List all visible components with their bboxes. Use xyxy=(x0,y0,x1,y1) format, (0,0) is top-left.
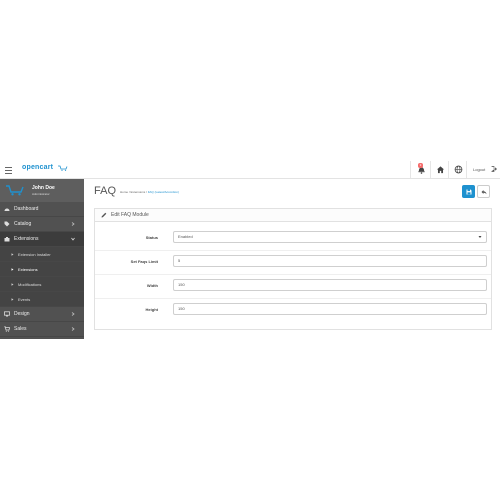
sidebar-item-dashboard[interactable]: Dashboard xyxy=(0,202,84,217)
breadcrumb-extensions[interactable]: Extensions xyxy=(131,190,146,194)
breadcrumb-current[interactable]: FAQ (Latest/Accordion) xyxy=(148,190,179,194)
save-button[interactable] xyxy=(462,185,475,198)
status-select[interactable]: Enabled xyxy=(173,231,487,243)
panel-title: Edit FAQ Module xyxy=(111,212,149,218)
menu-icon[interactable] xyxy=(5,165,12,174)
page-title: FAQ xyxy=(94,185,117,197)
shopping-cart-icon xyxy=(4,326,10,332)
brand-logo[interactable]: opencart xyxy=(22,164,53,171)
form-row-status: Status Enabled xyxy=(95,226,491,251)
user-role: Administrator xyxy=(32,192,50,196)
sidebar-item-modifications[interactable]: Modifications xyxy=(0,277,84,292)
cart-icon xyxy=(58,165,68,171)
sidebar-item-label: Dashboard xyxy=(14,206,39,212)
user-name: John Doe xyxy=(32,185,55,191)
chevron-down-icon xyxy=(71,237,75,241)
height-input[interactable]: 150 xyxy=(173,303,487,315)
status-value: Enabled xyxy=(178,234,193,239)
bullet-icon xyxy=(11,283,14,286)
sidebar-item-label: Extensions xyxy=(14,236,39,242)
chevron-right-icon xyxy=(71,327,75,331)
save-icon xyxy=(466,189,471,194)
faqs-limit-label: Set Faqs Limit xyxy=(130,259,158,264)
caret-down-icon xyxy=(478,236,482,238)
top-header: opencart 3 Logout xyxy=(0,161,500,179)
width-input[interactable]: 150 xyxy=(173,279,487,291)
sidebar-item-label: Extension Installer xyxy=(18,252,51,257)
desktop-icon xyxy=(4,311,10,317)
sidebar-item-extension-installer[interactable]: Extension Installer xyxy=(0,247,84,262)
panel-heading: Edit FAQ Module xyxy=(95,209,491,222)
sidebar-item-label: Catalog xyxy=(14,221,32,227)
sidebar-item-label: Events xyxy=(18,297,31,302)
reply-icon xyxy=(481,190,487,195)
sidebar: John Doe Administrator Dashboard Catalog… xyxy=(0,179,84,339)
puzzle-icon xyxy=(4,237,10,242)
breadcrumb-home[interactable]: Home xyxy=(120,190,128,194)
sidebar-item-label: Modifications xyxy=(18,282,42,287)
bullet-icon xyxy=(11,253,14,256)
sidebar-item-events[interactable]: Events xyxy=(0,292,84,307)
sidebar-item-label: Sales xyxy=(14,326,27,332)
pencil-icon xyxy=(101,212,107,218)
sidebar-item-extensions[interactable]: Extensions xyxy=(0,232,84,247)
form-row-height: Height 150 xyxy=(95,298,491,322)
height-label: Height xyxy=(145,307,158,312)
breadcrumb: Home / Extensions / FAQ (Latest/Accordio… xyxy=(120,190,179,194)
home-button[interactable] xyxy=(430,161,449,178)
sidebar-item-label: Design xyxy=(14,311,30,317)
logout-button[interactable]: Logout xyxy=(466,161,500,178)
chevron-right-icon xyxy=(71,312,75,316)
store-front-button[interactable] xyxy=(448,161,467,178)
user-profile[interactable]: John Doe Administrator xyxy=(0,179,84,202)
back-button[interactable] xyxy=(477,185,490,198)
notification-badge: 3 xyxy=(418,163,423,168)
edit-module-panel: Edit FAQ Module Status Enabled Set Faqs … xyxy=(94,208,492,330)
sidebar-item-extensions-sub[interactable]: Extensions xyxy=(0,262,84,277)
faqs-limit-input[interactable]: 5 xyxy=(173,255,487,267)
status-label: Status xyxy=(145,235,158,240)
form-row-limit: Set Faqs Limit 5 xyxy=(95,250,491,275)
home-icon xyxy=(436,166,445,174)
sidebar-item-design[interactable]: Design xyxy=(0,307,84,322)
opencart-avatar-logo xyxy=(6,185,24,196)
bullet-icon xyxy=(11,268,14,271)
globe-icon xyxy=(454,165,463,174)
sign-out-icon xyxy=(491,166,497,172)
chevron-right-icon xyxy=(71,222,75,226)
main-content: FAQ Home / Extensions / FAQ (Latest/Acco… xyxy=(90,179,500,339)
admin-window: opencart 3 Logout John Doe Administrator… xyxy=(0,161,500,339)
sidebar-item-catalog[interactable]: Catalog xyxy=(0,217,84,232)
sidebar-item-label: Extensions xyxy=(18,267,38,272)
form-row-width: Width 150 xyxy=(95,274,491,299)
sidebar-item-sales[interactable]: Sales xyxy=(0,322,84,337)
bullet-icon xyxy=(11,298,14,301)
width-label: Width xyxy=(146,283,158,288)
logout-label: Logout xyxy=(473,167,486,172)
dashboard-icon xyxy=(4,208,10,211)
tag-icon xyxy=(4,221,10,227)
